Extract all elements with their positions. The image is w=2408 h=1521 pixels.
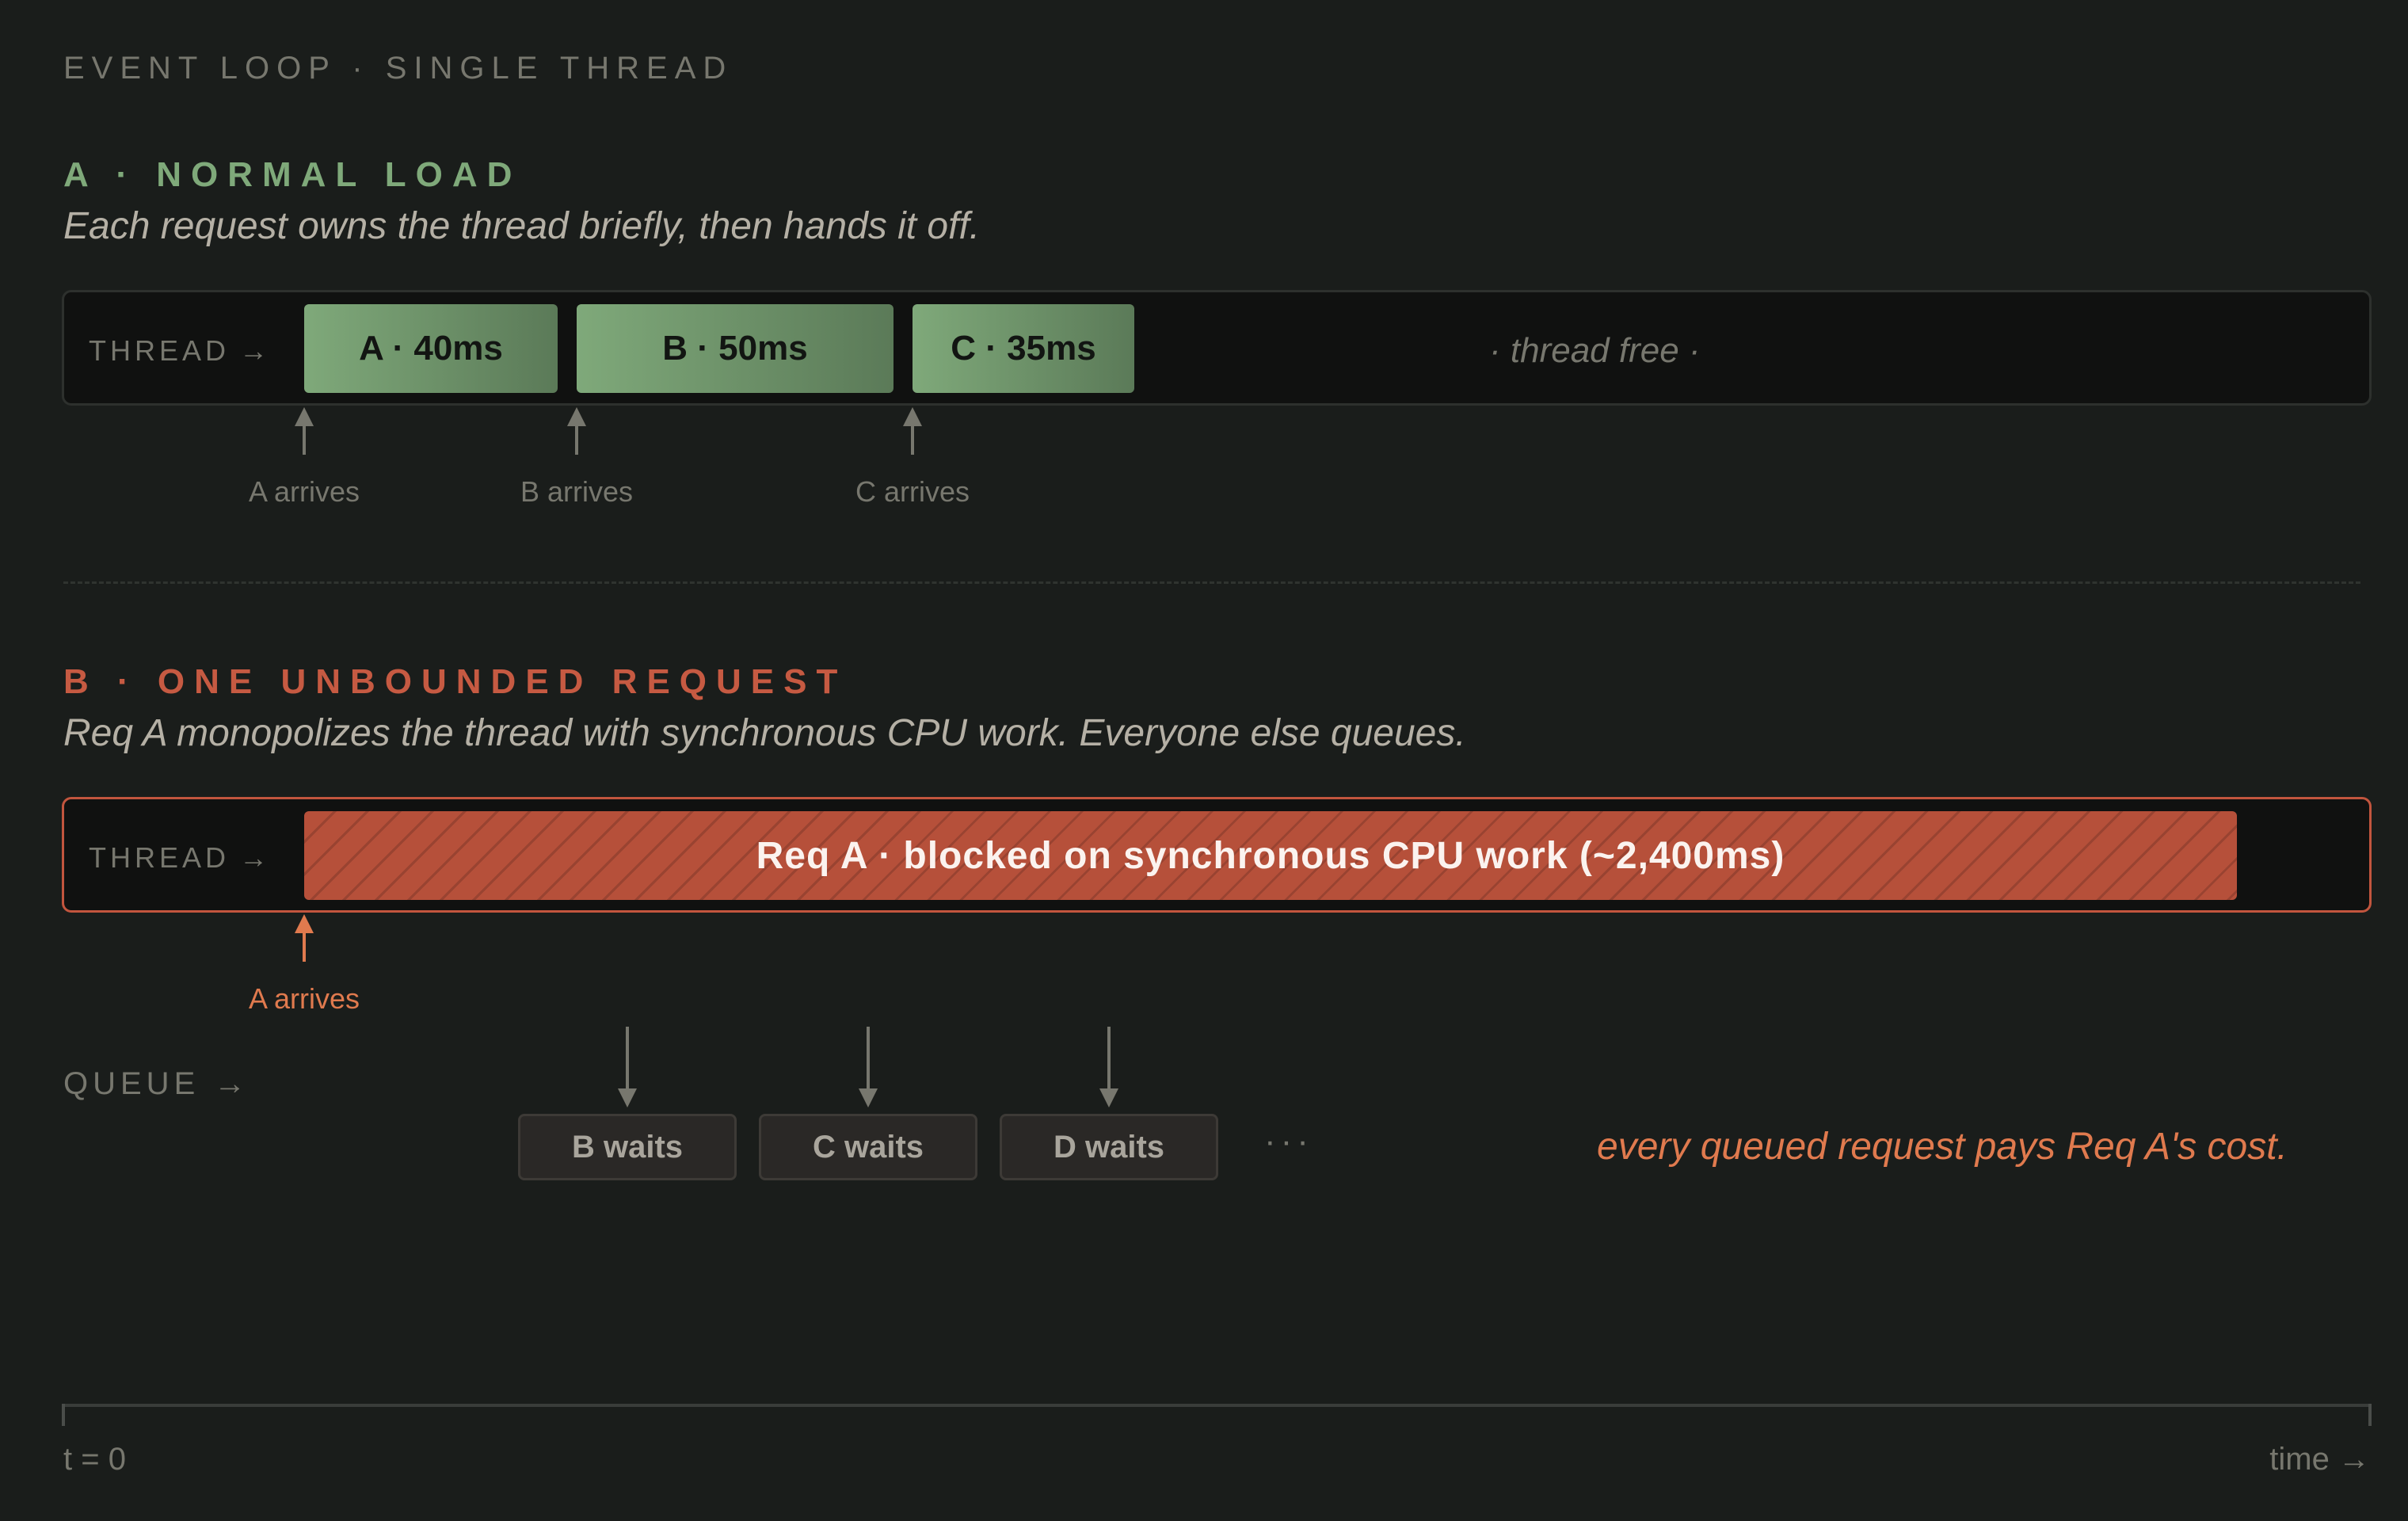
thread-label-text: THREAD	[89, 841, 231, 874]
arrow-right-icon: →	[214, 1066, 246, 1101]
time-axis-end-tick	[2368, 1404, 2372, 1426]
time-axis-end-text: time	[2269, 1442, 2330, 1477]
time-axis-end-label: time →	[2269, 1442, 2370, 1477]
blocked-request-bar: Req A · blocked on synchronous CPU work …	[304, 811, 2237, 900]
thread-label-normal: THREAD →	[89, 334, 268, 368]
arrow-right-icon: →	[2338, 1442, 2370, 1477]
time-axis-start-tick	[62, 1404, 65, 1426]
queue-label-text: QUEUE	[63, 1066, 200, 1101]
arrival-label-req-a: A arrives	[248, 982, 360, 1015]
arrow-right-icon: →	[239, 841, 269, 874]
request-block-c: C · 35ms	[913, 304, 1134, 393]
request-block-a: A · 40ms	[304, 304, 558, 393]
wait-box-b: B waits	[518, 1114, 737, 1180]
thread-label-blocked: THREAD →	[89, 841, 268, 875]
wait-box-c: C waits	[759, 1114, 977, 1180]
time-axis-start-label: t = 0	[63, 1442, 126, 1477]
section-b-subtitle: Req A monopolizes the thread with synchr…	[63, 712, 1466, 754]
request-block-b: B · 50ms	[577, 304, 893, 393]
thread-free-label: · thread free ·	[1489, 331, 1701, 370]
time-axis-line	[62, 1404, 2372, 1407]
section-divider	[63, 581, 2360, 584]
arrival-label-c: C arrives	[855, 475, 970, 508]
queue-label: QUEUE →	[63, 1066, 246, 1102]
arrival-label-b: B arrives	[520, 475, 634, 508]
page-title: EVENT LOOP · SINGLE THREAD	[63, 51, 733, 86]
cost-note: every queued request pays Req A's cost.	[1597, 1126, 2288, 1168]
arrow-right-icon: →	[239, 334, 269, 367]
queue-ellipsis: ···	[1264, 1122, 1313, 1161]
section-a-title: A · NORMAL LOAD	[63, 155, 522, 194]
wait-box-d: D waits	[1000, 1114, 1218, 1180]
arrival-label-a: A arrives	[248, 475, 360, 508]
thread-label-text: THREAD	[89, 334, 231, 367]
section-a-subtitle: Each request owns the thread briefly, th…	[63, 205, 981, 247]
section-b-title: B · ONE UNBOUNDED REQUEST	[63, 662, 848, 701]
